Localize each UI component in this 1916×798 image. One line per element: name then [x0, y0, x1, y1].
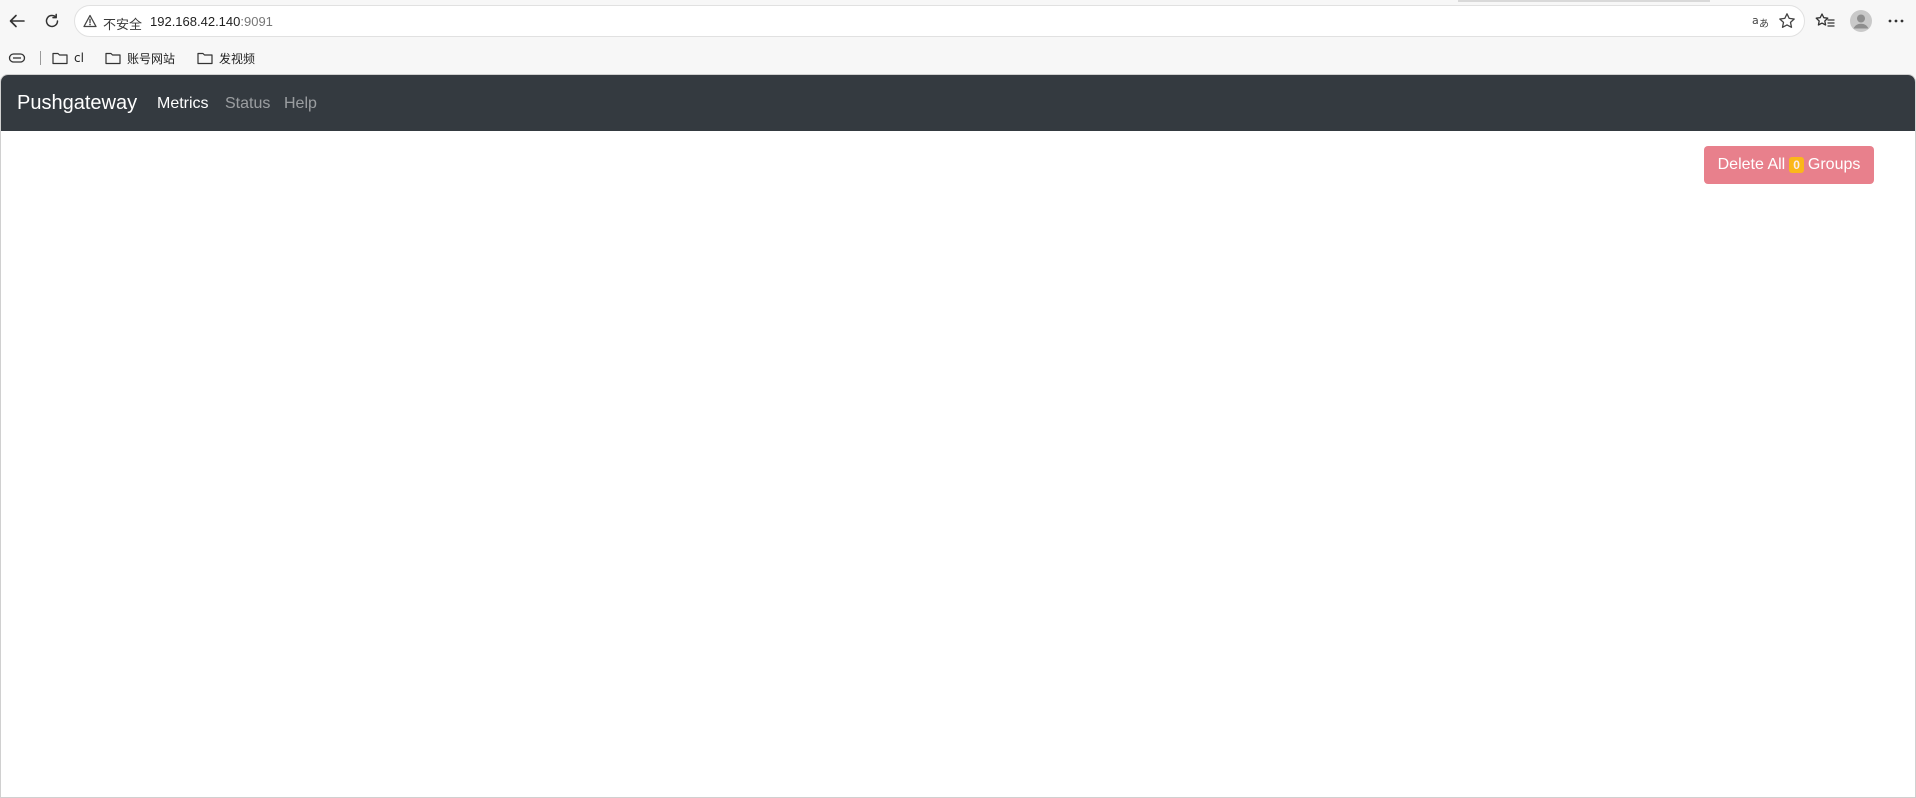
- group-count-badge: 0: [1789, 157, 1804, 173]
- favorites-list-icon: [1815, 13, 1835, 27]
- reload-button[interactable]: [36, 5, 68, 37]
- folder-icon: [52, 52, 68, 65]
- nav-link-help[interactable]: Help: [284, 94, 317, 114]
- back-button[interactable]: [1, 5, 33, 37]
- address-bar[interactable]: 不安全 192.168.42.140:9091 a あ: [74, 5, 1805, 37]
- bookmark-label: 发视频: [219, 51, 256, 66]
- back-icon: [9, 14, 25, 28]
- bookmark-folder-cl[interactable]: cl: [52, 47, 84, 69]
- favorite-star-icon[interactable]: [1778, 12, 1796, 30]
- bookmark-label: 账号网站: [127, 51, 176, 66]
- url-host: 192.168.42.140: [150, 14, 241, 29]
- delete-all-label: Delete All: [1717, 156, 1786, 173]
- tab-strip-edge: [1458, 0, 1710, 2]
- url-text[interactable]: 192.168.42.140:9091: [150, 14, 273, 29]
- bookmark-label: cl: [74, 51, 84, 65]
- collections-icon: [8, 53, 26, 63]
- bookmark-folder-videos[interactable]: 发视频: [197, 47, 255, 69]
- warning-icon[interactable]: [83, 14, 97, 28]
- more-menu-button[interactable]: [1880, 5, 1912, 37]
- profile-button[interactable]: [1845, 5, 1877, 37]
- profile-avatar-icon: [1850, 10, 1872, 32]
- browser-toolbar: 不安全 192.168.42.140:9091 a あ: [0, 0, 1916, 42]
- nav-link-metrics[interactable]: Metrics: [157, 94, 209, 114]
- navbar-brand[interactable]: Pushgateway: [17, 91, 137, 115]
- delete-all-groups-button[interactable]: Delete All 0 Groups: [1704, 146, 1874, 184]
- svg-text:あ: あ: [1759, 18, 1769, 29]
- reload-icon: [45, 13, 59, 28]
- read-aloud-icon[interactable]: a あ: [1752, 13, 1770, 29]
- pushgateway-navbar: Pushgateway Metrics Status Help: [1, 75, 1915, 131]
- page-viewport: Pushgateway Metrics Status Help Delete A…: [0, 74, 1916, 798]
- folder-icon: [197, 52, 213, 65]
- svg-text:a: a: [1752, 14, 1759, 27]
- security-label[interactable]: 不安全: [103, 14, 142, 33]
- nav-link-status[interactable]: Status: [225, 94, 270, 114]
- more-menu-icon: [1888, 19, 1904, 23]
- bookmark-folder-accounts[interactable]: 账号网站: [105, 47, 175, 69]
- groups-label: Groups: [1807, 156, 1861, 173]
- favorites-button[interactable]: [1809, 5, 1841, 37]
- collections-button[interactable]: [8, 47, 26, 69]
- folder-icon: [105, 52, 121, 65]
- bookmarks-bar: cl 账号网站 发视频: [0, 42, 1916, 72]
- url-port: :9091: [240, 14, 273, 29]
- bookmarks-divider: [40, 51, 41, 65]
